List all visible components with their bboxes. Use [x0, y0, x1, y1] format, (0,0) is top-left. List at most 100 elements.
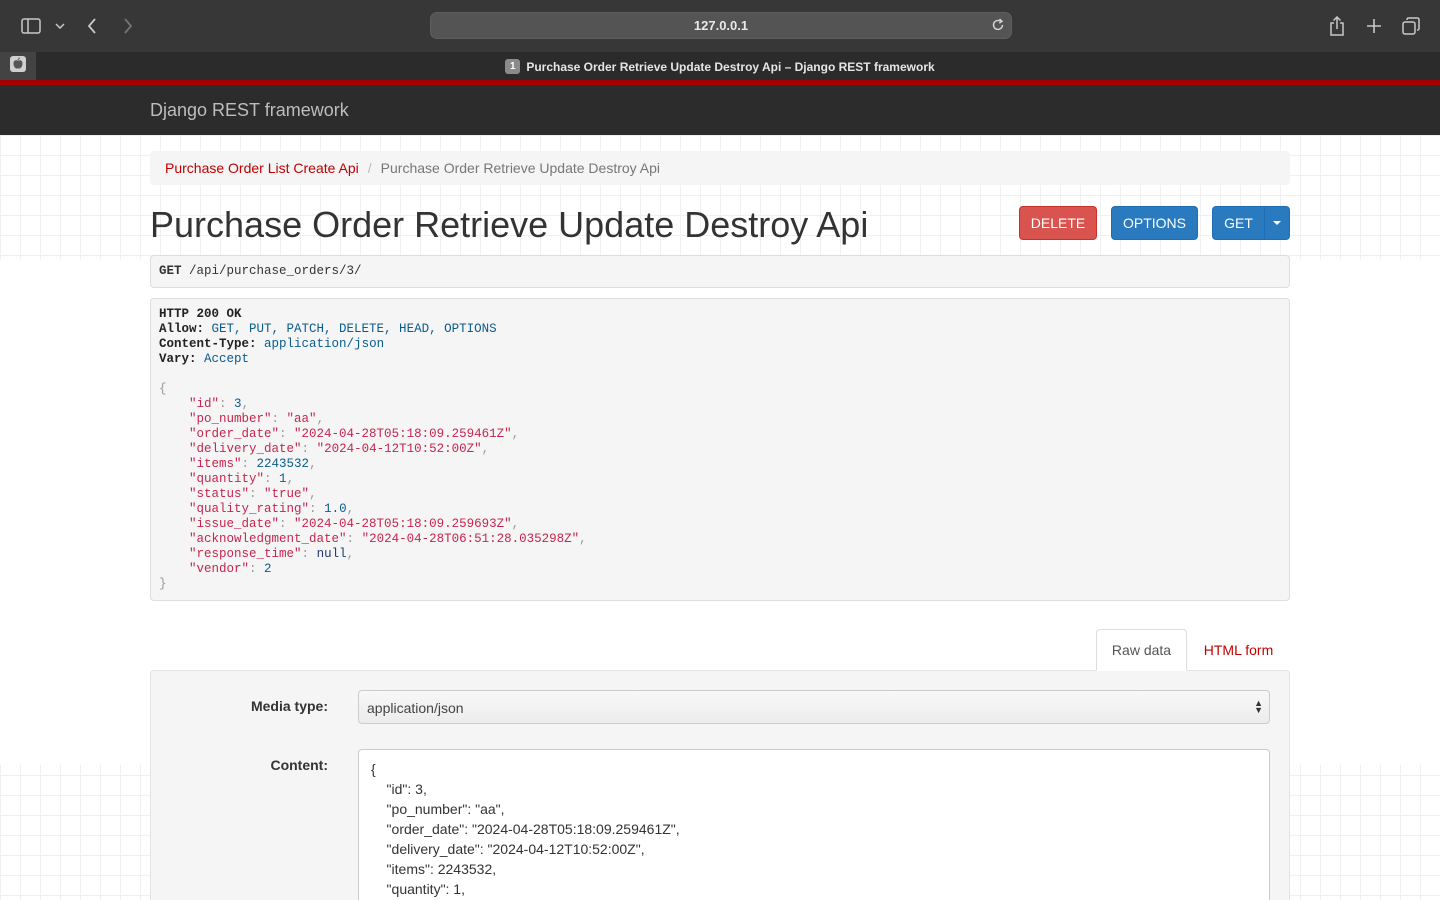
navbar-brand[interactable]: Django REST framework	[150, 100, 349, 121]
json-comma: ,	[309, 457, 317, 471]
tab-overview-icon[interactable]	[1401, 14, 1421, 38]
header-value: GET, PUT, PATCH, DELETE, HEAD, OPTIONS	[211, 322, 497, 336]
json-value: "aa"	[286, 412, 317, 426]
header-value: Accept	[204, 352, 250, 366]
request-method: GET	[159, 264, 182, 278]
json-key: "status"	[189, 487, 250, 501]
json-colon: :	[309, 502, 325, 516]
pinned-tab[interactable]	[0, 52, 36, 81]
header-name: Allow:	[159, 322, 205, 336]
json-value: 2243532	[256, 457, 310, 471]
json-value: 1	[279, 472, 287, 486]
json-value: "2024-04-12T10:52:00Z"	[316, 442, 482, 456]
request-path: /api/purchase_orders/3/	[189, 264, 362, 278]
json-value: 3	[234, 397, 242, 411]
apple-icon	[10, 56, 26, 77]
delete-button[interactable]: DELETE	[1019, 206, 1097, 240]
json-colon: :	[346, 532, 362, 546]
address-bar[interactable]: 127.0.0.1	[430, 12, 1012, 39]
response-status: HTTP 200 OK	[159, 307, 242, 321]
content-line: "po_number": "aa",	[371, 801, 505, 817]
tab-number-badge: 1	[505, 59, 521, 74]
select-arrows-icon: ▲ ▼	[1254, 698, 1263, 715]
content-line: "quantity": 1,	[371, 881, 465, 897]
json-colon: :	[279, 427, 295, 441]
media-type-select[interactable]: application/json ▲ ▼	[358, 690, 1270, 724]
tab-html-form[interactable]: HTML form	[1187, 629, 1290, 671]
active-tab[interactable]: 1 Purchase Order Retrieve Update Destroy…	[0, 52, 1440, 81]
json-key: "quality_rating"	[189, 502, 310, 516]
json-comma: ,	[579, 532, 587, 546]
json-comma: ,	[511, 517, 520, 531]
json-colon: :	[249, 562, 265, 576]
header-name: Vary:	[159, 352, 197, 366]
json-comma: ,	[511, 427, 520, 441]
json-colon: :	[241, 457, 257, 471]
json-key: "id"	[189, 397, 220, 411]
header-value: application/json	[264, 337, 385, 351]
url-text: 127.0.0.1	[693, 18, 749, 33]
get-button[interactable]: GET	[1212, 206, 1265, 240]
json-field: "issue_date": "2024-04-28T05:18:09.25969…	[159, 517, 1281, 532]
response-header: Content-Type: application/json	[159, 337, 1281, 352]
json-colon: :	[301, 547, 317, 561]
share-icon[interactable]	[1327, 14, 1347, 38]
json-field: "delivery_date": "2024-04-12T10:52:00Z",	[159, 442, 1281, 457]
json-value: null	[316, 547, 347, 561]
content-line: {	[371, 761, 376, 777]
json-value: "2024-04-28T05:18:09.259461Z"	[294, 427, 512, 441]
json-field: "quantity": 1,	[159, 472, 1281, 487]
tab-raw-data[interactable]: Raw data	[1096, 629, 1187, 671]
json-colon: :	[271, 412, 287, 426]
json-comma: ,	[346, 502, 355, 516]
options-button[interactable]: OPTIONS	[1111, 206, 1198, 240]
json-value: "2024-04-28T05:18:09.259693Z"	[294, 517, 512, 531]
json-key: "issue_date"	[189, 517, 280, 531]
forward-icon[interactable]	[120, 14, 136, 38]
header-name: Content-Type:	[159, 337, 257, 351]
media-type-value: application/json	[367, 700, 464, 716]
json-colon: :	[279, 517, 295, 531]
sidebar-toggle-icon[interactable]	[20, 14, 42, 38]
chevron-down-icon[interactable]	[53, 14, 67, 38]
json-field: "acknowledgment_date": "2024-04-28T06:51…	[159, 532, 1281, 547]
breadcrumb-current: Purchase Order Retrieve Update Destroy A…	[380, 160, 661, 176]
json-comma: ,	[481, 442, 490, 456]
breadcrumb-link-list[interactable]: Purchase Order List Create Api	[165, 160, 359, 176]
request-info: GET /api/purchase_orders/3/	[150, 255, 1290, 288]
content-line: "order_date": "2024-04-28T05:18:09.25946…	[371, 821, 680, 837]
json-field: "items": 2243532,	[159, 457, 1281, 472]
json-comma: ,	[309, 487, 317, 501]
json-field: "order_date": "2024-04-28T05:18:09.25946…	[159, 427, 1281, 442]
json-close-brace: }	[159, 577, 167, 591]
json-comma: ,	[286, 472, 295, 486]
json-key: "vendor"	[189, 562, 250, 576]
back-icon[interactable]	[84, 14, 100, 38]
json-field: "status": "true",	[159, 487, 1281, 502]
json-field: "po_number": "aa",	[159, 412, 1281, 427]
content-textarea[interactable]: { "id": 3, "po_number": "aa", "order_dat…	[358, 749, 1270, 900]
new-tab-icon[interactable]	[1364, 14, 1384, 38]
json-value: 1.0	[324, 502, 347, 516]
json-value: 2	[264, 562, 272, 576]
tab-bar: 1 Purchase Order Retrieve Update Destroy…	[0, 52, 1440, 81]
json-colon: :	[219, 397, 235, 411]
json-key: "response_time"	[189, 547, 302, 561]
json-field: "vendor": 2	[159, 562, 1281, 577]
json-comma: ,	[346, 547, 355, 561]
json-field: "id": 3,	[159, 397, 1281, 412]
json-comma: ,	[316, 412, 325, 426]
reload-icon[interactable]	[991, 18, 1005, 35]
tab-title: Purchase Order Retrieve Update Destroy A…	[526, 59, 935, 74]
content-line: "id": 3,	[371, 781, 427, 797]
json-comma: ,	[241, 397, 250, 411]
response-header: Vary: Accept	[159, 352, 1281, 367]
json-key: "po_number"	[189, 412, 272, 426]
json-key: "items"	[189, 457, 242, 471]
content-line: "delivery_date": "2024-04-12T10:52:00Z",	[371, 841, 645, 857]
get-format-dropdown[interactable]	[1264, 206, 1290, 240]
caret-down-icon	[1273, 221, 1281, 225]
json-colon: :	[301, 442, 317, 456]
json-key: "quantity"	[189, 472, 265, 486]
